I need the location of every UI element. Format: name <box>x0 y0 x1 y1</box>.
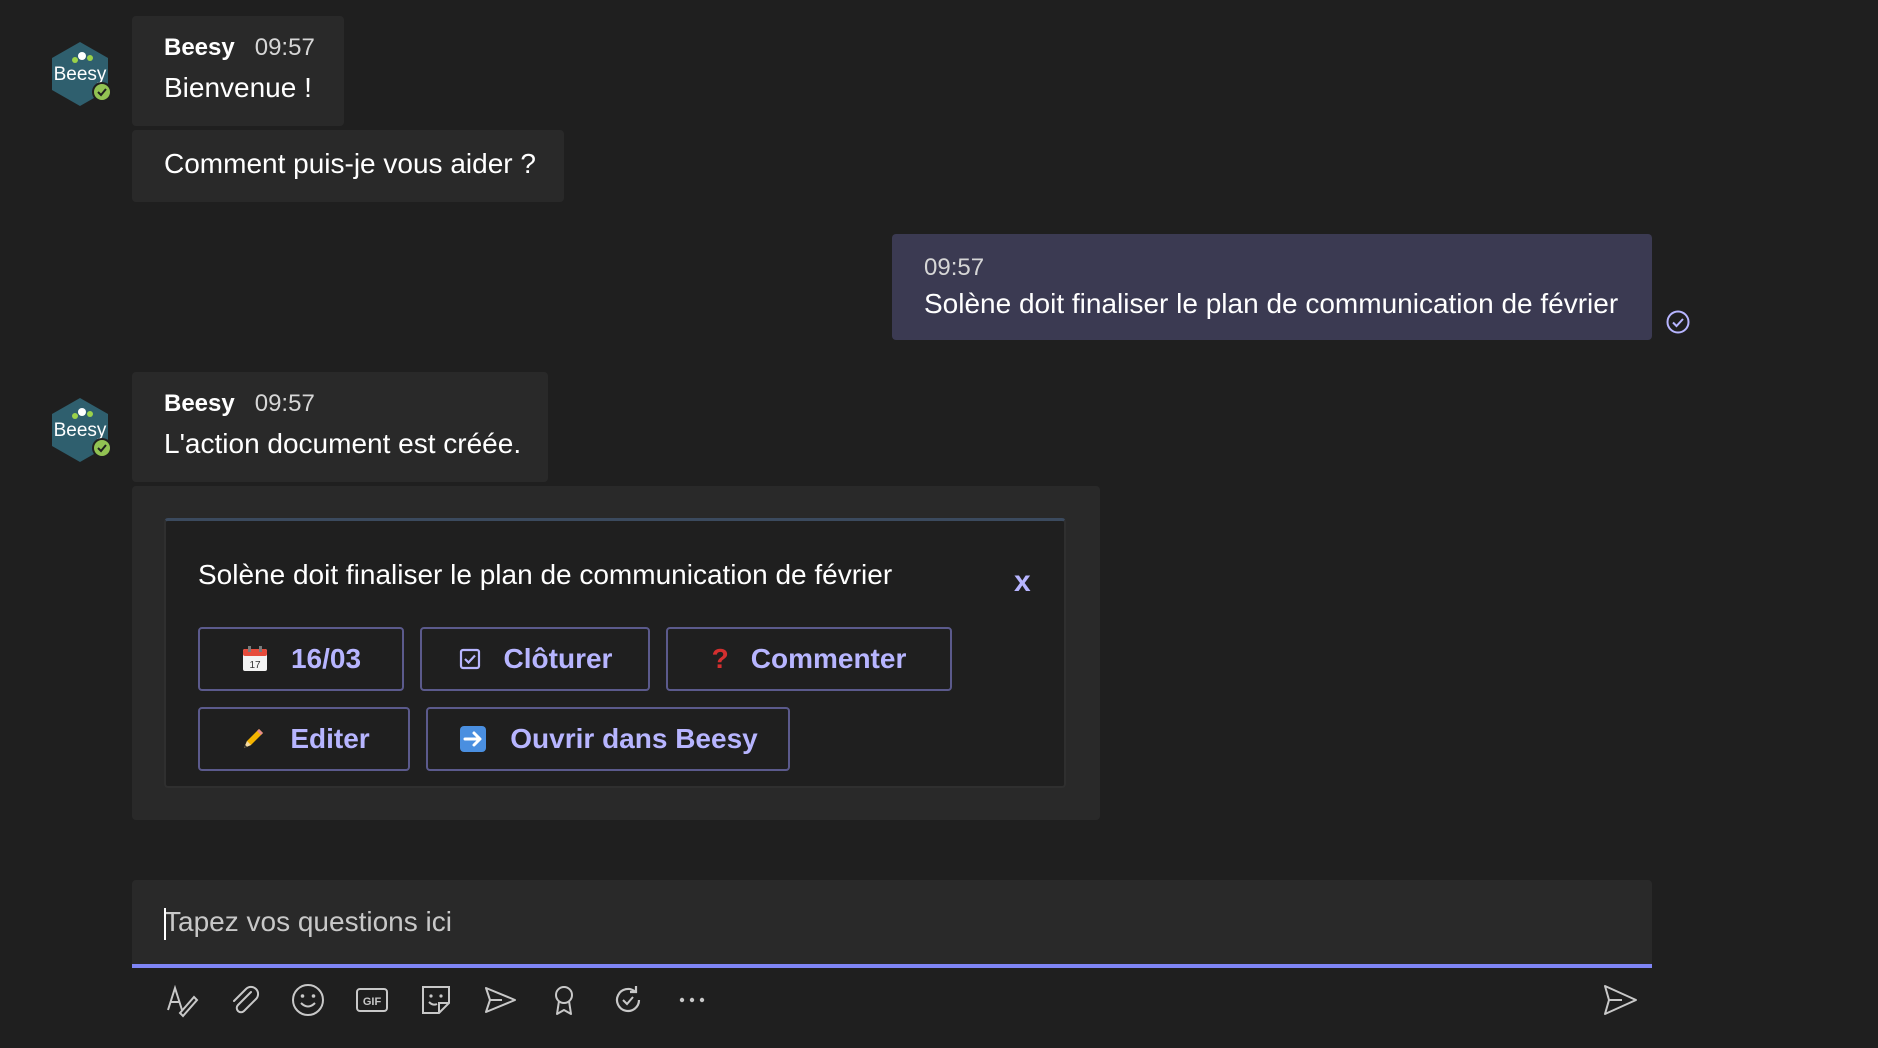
bot-message-1b: Comment puis-je vous aider ? <box>132 130 564 202</box>
message-text: Comment puis-je vous aider ? <box>164 148 536 179</box>
button-label: Clôturer <box>503 643 613 674</box>
open-in-beesy-button[interactable]: Ouvrir dans Beesy <box>426 707 790 771</box>
beesy-avatar: Beesy <box>44 38 116 110</box>
sender-name: Beesy <box>164 390 235 417</box>
message-text: Solène doit finaliser le plan de communi… <box>924 288 1619 319</box>
svg-text:GIF: GIF <box>363 996 382 1008</box>
checkbox-icon <box>458 647 482 671</box>
question-mark-icon: ? <box>711 643 729 674</box>
comment-button[interactable]: ? Commenter <box>666 627 952 691</box>
due-date-button[interactable]: 17 16/03 <box>198 627 404 691</box>
format-icon[interactable] <box>158 978 202 1022</box>
adaptive-card-container: Solène doit finaliser le plan de communi… <box>132 486 1100 820</box>
beesy-avatar: Beesy <box>44 394 116 466</box>
send-icon[interactable] <box>1598 978 1642 1022</box>
gif-icon[interactable]: GIF <box>350 978 394 1022</box>
read-receipt-icon <box>1665 309 1691 335</box>
loop-icon[interactable] <box>606 978 650 1022</box>
button-label: Ouvrir dans Beesy <box>510 723 758 754</box>
emoji-icon[interactable] <box>286 978 330 1022</box>
button-label: Editer <box>290 723 370 754</box>
sticker-icon[interactable] <box>414 978 458 1022</box>
sender-name: Beesy <box>164 34 235 61</box>
calendar-icon: 17 <box>241 645 269 673</box>
svg-text:Beesy: Beesy <box>54 420 107 441</box>
text-cursor <box>164 908 166 940</box>
message-time: 09:57 <box>924 254 985 281</box>
message-time: 09:57 <box>254 390 315 417</box>
edit-button[interactable]: Editer <box>198 707 410 771</box>
close-action-button[interactable]: Clôturer <box>420 627 650 691</box>
button-label: Commenter <box>750 643 907 674</box>
svg-text:17: 17 <box>249 660 261 671</box>
attach-icon[interactable] <box>222 978 266 1022</box>
message-input[interactable] <box>132 880 1652 964</box>
action-card: Solène doit finaliser le plan de communi… <box>164 518 1066 788</box>
praise-icon[interactable] <box>542 978 586 1022</box>
button-label: 16/03 <box>290 643 362 674</box>
message-text: Bienvenue ! <box>164 72 312 103</box>
message-text: L'action document est créée. <box>164 428 522 459</box>
svg-text:Beesy: Beesy <box>54 64 107 85</box>
meet-icon[interactable] <box>478 978 522 1022</box>
more-icon[interactable] <box>670 978 714 1022</box>
bot-message-1: Beesy 09:57 Bienvenue ! <box>132 16 344 126</box>
message-time: 09:57 <box>254 34 315 61</box>
close-button[interactable]: x <box>1014 565 1031 599</box>
arrow-right-icon <box>458 724 488 754</box>
compose-box[interactable] <box>132 880 1652 968</box>
pencil-icon <box>238 724 268 754</box>
card-title: Solène doit finaliser le plan de communi… <box>198 559 893 590</box>
bot-message-2: Beesy 09:57 L'action document est créée. <box>132 372 548 482</box>
my-message: 09:57 Solène doit finaliser le plan de c… <box>892 234 1652 340</box>
